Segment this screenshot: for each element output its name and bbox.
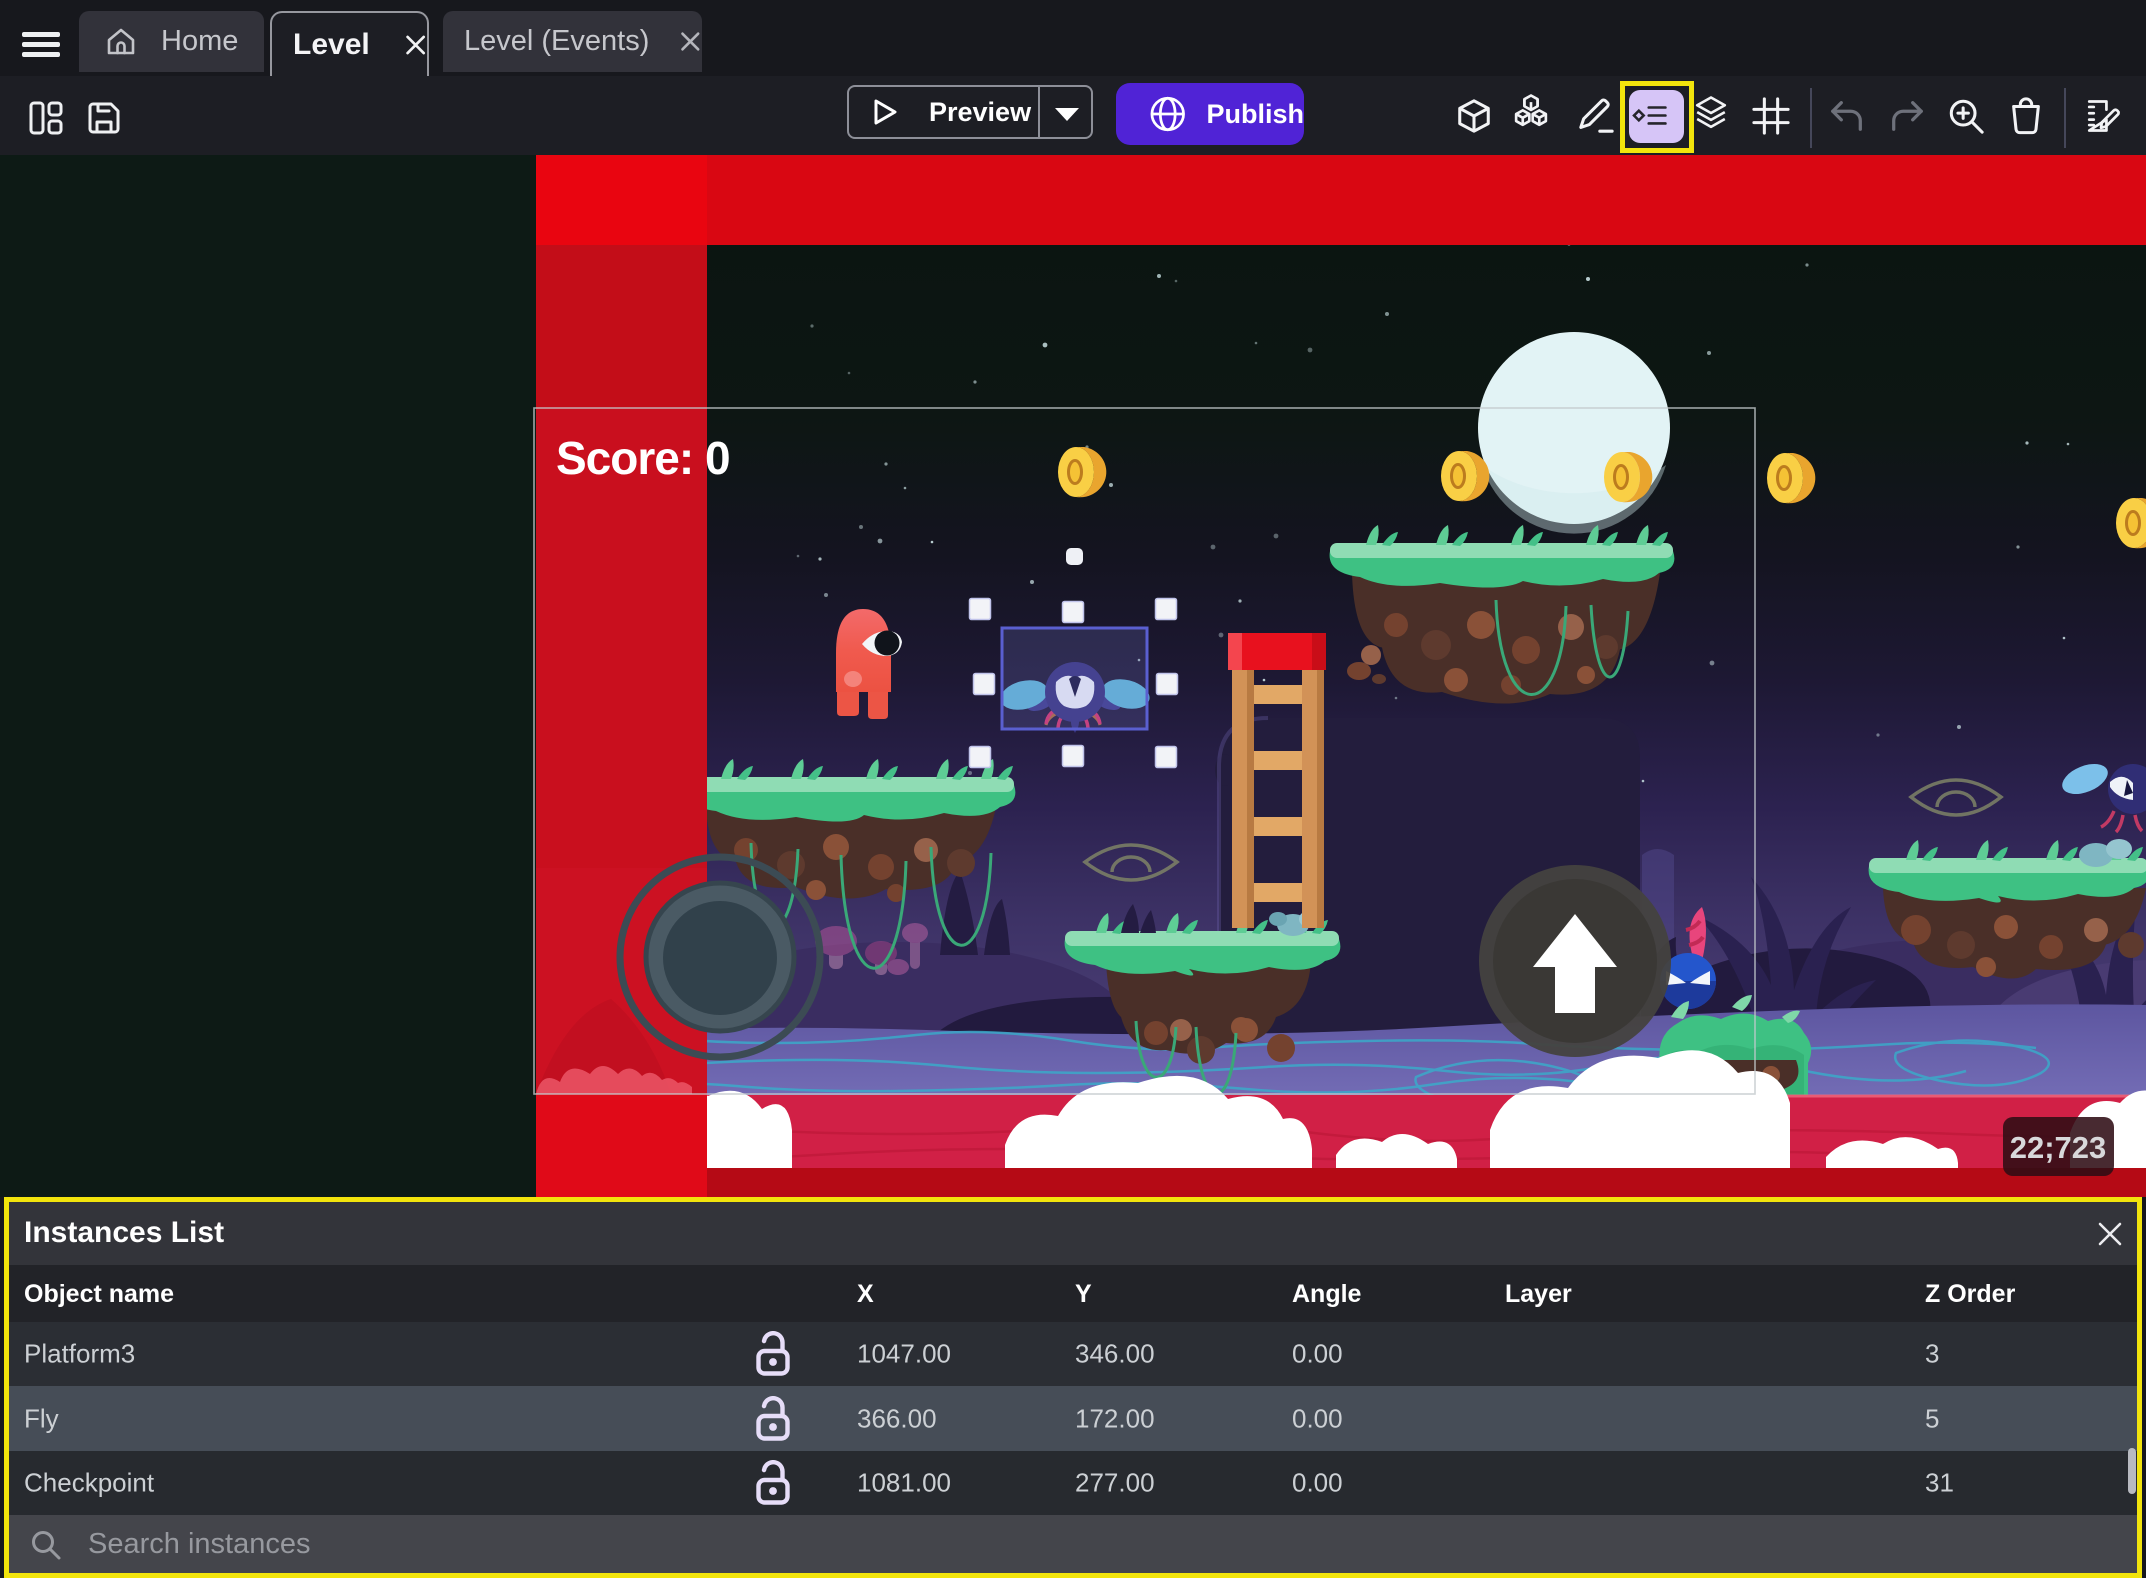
svg-text:22;723: 22;723 [2010, 1130, 2107, 1165]
svg-text:Score: 0: Score: 0 [556, 432, 730, 484]
